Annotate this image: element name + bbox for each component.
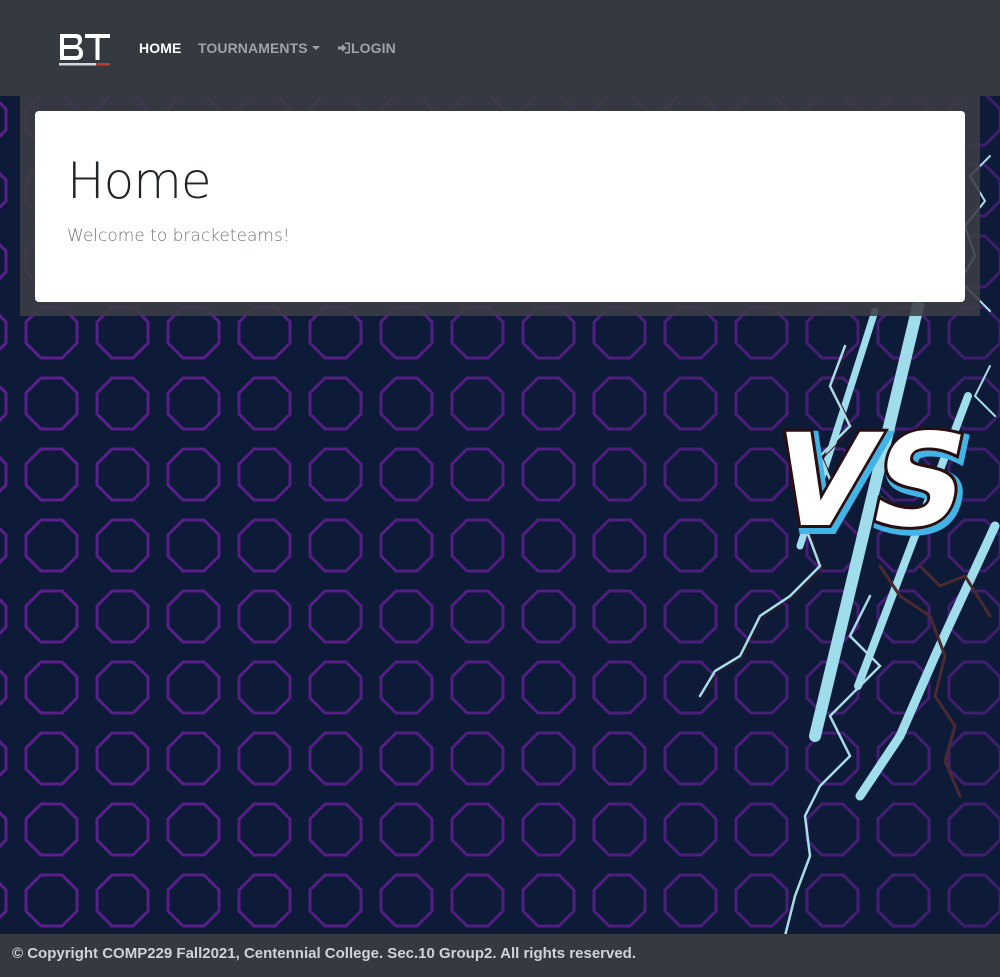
- sign-in-icon: [338, 42, 351, 54]
- brand-logo[interactable]: [56, 28, 112, 70]
- page-title: Home: [67, 151, 211, 211]
- footer: © Copyright COMP229 Fall2021, Centennial…: [0, 934, 1000, 977]
- nav-login-link[interactable]: LOGIN: [338, 40, 396, 56]
- copyright-text: © Copyright COMP229 Fall2021, Centennial…: [12, 945, 636, 962]
- nav-tournaments-label: TOURNAMENTS: [198, 40, 308, 56]
- jumbotron: Home Welcome to bracketeams!: [35, 111, 965, 302]
- svg-text:VS: VS: [759, 406, 982, 555]
- vs-logo-icon: VS VS: [758, 406, 986, 559]
- navbar: HOME TOURNAMENTS LOGIN: [0, 0, 1000, 96]
- nav-tournaments-dropdown[interactable]: TOURNAMENTS: [198, 40, 320, 56]
- caret-down-icon: [312, 46, 320, 50]
- bt-logo-icon: [56, 28, 112, 70]
- nav-home-link[interactable]: HOME: [139, 40, 181, 56]
- nav-home-label: HOME: [139, 40, 181, 56]
- welcome-text: Welcome to bracketeams!: [67, 226, 290, 246]
- nav-login-label: LOGIN: [351, 40, 396, 56]
